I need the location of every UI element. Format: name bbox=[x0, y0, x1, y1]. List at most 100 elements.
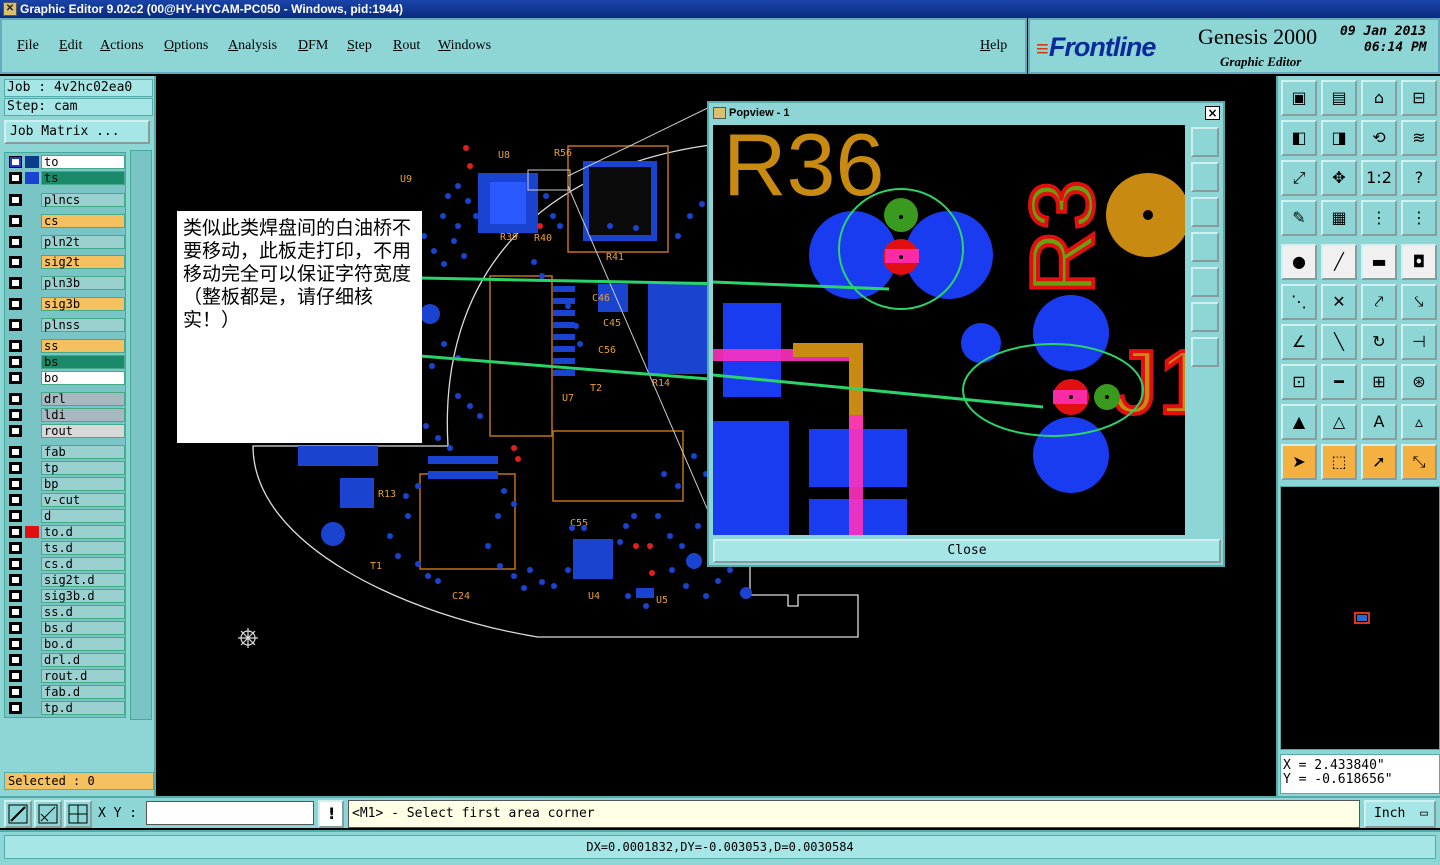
layer-visibility-checkbox[interactable] bbox=[9, 356, 22, 368]
layer-visibility-checkbox[interactable] bbox=[9, 393, 22, 405]
layer-row-bo-d[interactable]: bo.d bbox=[7, 637, 125, 651]
layer-name[interactable]: sig3b bbox=[41, 297, 125, 311]
pan-right-button[interactable]: ◨ bbox=[1321, 120, 1357, 156]
popview-pan-down-button[interactable] bbox=[1191, 197, 1219, 227]
popview-canvas[interactable]: R36 R3 J1 bbox=[713, 125, 1185, 535]
layer-visibility-checkbox[interactable] bbox=[9, 319, 22, 331]
layer-row-ldi[interactable]: ldi bbox=[7, 408, 125, 422]
layer-row-fab-d[interactable]: fab.d bbox=[7, 685, 125, 699]
measure-button[interactable] bbox=[34, 800, 62, 828]
layer-row-cs-d[interactable]: cs.d bbox=[7, 557, 125, 571]
layer-color-swatch[interactable] bbox=[25, 425, 39, 437]
layer-color-swatch[interactable] bbox=[25, 156, 39, 168]
layer-name[interactable]: to.d bbox=[41, 525, 125, 539]
units-selector[interactable]: Inch ▭ bbox=[1364, 800, 1436, 828]
angle-button[interactable]: ∠ bbox=[1281, 324, 1317, 360]
menu-dfm[interactable]: DFM bbox=[298, 38, 328, 54]
layer-list-scrollbar[interactable] bbox=[130, 150, 152, 720]
layer-row-plnss[interactable]: plnss bbox=[7, 318, 125, 332]
layer-name[interactable]: plnss bbox=[41, 318, 125, 332]
layer-visibility-checkbox[interactable] bbox=[9, 236, 22, 248]
layer-color-swatch[interactable] bbox=[25, 686, 39, 698]
layer-name[interactable]: ss.d bbox=[41, 605, 125, 619]
cross-button[interactable]: ✕ bbox=[1321, 284, 1357, 320]
layer-visibility-checkbox[interactable] bbox=[9, 215, 22, 227]
layer-color-swatch[interactable] bbox=[25, 215, 39, 227]
zoom-previous-button[interactable]: ▤ bbox=[1321, 80, 1357, 116]
window-split-button[interactable]: ⊟ bbox=[1401, 80, 1437, 116]
layer-visibility-checkbox[interactable] bbox=[9, 446, 22, 458]
layer-visibility-checkbox[interactable] bbox=[9, 156, 22, 168]
layer-row-bo[interactable]: bo bbox=[7, 371, 125, 385]
layer-visibility-checkbox[interactable] bbox=[9, 425, 22, 437]
layer-row-ss[interactable]: ss bbox=[7, 339, 125, 353]
layer-color-swatch[interactable] bbox=[25, 319, 39, 331]
menu-step[interactable]: Step bbox=[347, 38, 372, 54]
layer-color-swatch[interactable] bbox=[25, 670, 39, 682]
overview-map[interactable] bbox=[1280, 486, 1440, 750]
layer-name[interactable]: cs.d bbox=[41, 557, 125, 571]
layer-name[interactable]: bs.d bbox=[41, 621, 125, 635]
layer-name[interactable]: pln3b bbox=[41, 276, 125, 290]
popview-pan-right-button[interactable] bbox=[1191, 267, 1219, 297]
layer-color-swatch[interactable] bbox=[25, 462, 39, 474]
popview-pan-left-button[interactable] bbox=[1191, 232, 1219, 262]
menu-edit[interactable]: Edit bbox=[59, 38, 82, 54]
layer-row-sig3b-d[interactable]: sig3b.d bbox=[7, 589, 125, 603]
menu-rout[interactable]: Rout bbox=[393, 38, 420, 54]
layer-color-swatch[interactable] bbox=[25, 298, 39, 310]
layer-color-swatch[interactable] bbox=[25, 372, 39, 384]
layer-name[interactable]: v-cut bbox=[41, 493, 125, 507]
layer-color-swatch[interactable] bbox=[25, 494, 39, 506]
layer-visibility-checkbox[interactable] bbox=[9, 638, 22, 650]
layer-color-swatch[interactable] bbox=[25, 590, 39, 602]
layer-name[interactable]: bp bbox=[41, 477, 125, 491]
move-feature-button[interactable]: ⤤ bbox=[1361, 284, 1397, 320]
layer-row-pln2t[interactable]: pln2t bbox=[7, 235, 125, 249]
ruler-button[interactable]: ▬ bbox=[1361, 244, 1397, 280]
layer-visibility-checkbox[interactable] bbox=[9, 702, 22, 714]
select-area-button[interactable]: ◘ bbox=[1401, 244, 1437, 280]
layer-visibility-checkbox[interactable] bbox=[9, 298, 22, 310]
layer-color-swatch[interactable] bbox=[25, 478, 39, 490]
layer-visibility-checkbox[interactable] bbox=[9, 510, 22, 522]
layer-name[interactable]: cs bbox=[41, 214, 125, 228]
layers-button[interactable]: ⋮ bbox=[1401, 200, 1437, 236]
close-icon[interactable]: × bbox=[1205, 106, 1220, 120]
layer-row-sig3b[interactable]: sig3b bbox=[7, 297, 125, 311]
menu-help[interactable]: Help bbox=[980, 38, 1007, 54]
connect-nets-button[interactable]: ⋱ bbox=[1281, 284, 1317, 320]
add-pad-button[interactable]: ● bbox=[1281, 244, 1317, 280]
layer-visibility-checkbox[interactable] bbox=[9, 172, 22, 184]
layer-row-to-d[interactable]: to.d bbox=[7, 525, 125, 539]
layer-color-swatch[interactable] bbox=[25, 622, 39, 634]
tools-button[interactable]: ✎ bbox=[1281, 200, 1317, 236]
cut-line-button[interactable]: ━ bbox=[1321, 364, 1357, 400]
draw-line-button[interactable]: ╲ bbox=[1321, 324, 1357, 360]
layer-visibility-checkbox[interactable] bbox=[9, 622, 22, 634]
layer-name[interactable]: drl.d bbox=[41, 653, 125, 667]
layer-color-swatch[interactable] bbox=[25, 574, 39, 586]
layer-row-v-cut[interactable]: v-cut bbox=[7, 493, 125, 507]
layer-visibility-checkbox[interactable] bbox=[9, 340, 22, 352]
resize-button[interactable]: ⤥ bbox=[1401, 284, 1437, 320]
layer-color-swatch[interactable] bbox=[25, 638, 39, 650]
home-view-button[interactable]: ▣ bbox=[1281, 80, 1317, 116]
layer-row-pln3b[interactable]: pln3b bbox=[7, 276, 125, 290]
layer-name[interactable]: sig2t bbox=[41, 255, 125, 269]
layer-name[interactable]: ts.d bbox=[41, 541, 125, 555]
layer-row-ss-d[interactable]: ss.d bbox=[7, 605, 125, 619]
layer-name[interactable]: plncs bbox=[41, 193, 125, 207]
layer-color-swatch[interactable] bbox=[25, 356, 39, 368]
layer-visibility-checkbox[interactable] bbox=[9, 256, 22, 268]
layer-row-fab[interactable]: fab bbox=[7, 445, 125, 459]
layer-row-rout-d[interactable]: rout.d bbox=[7, 669, 125, 683]
layer-row-bp[interactable]: bp bbox=[7, 477, 125, 491]
pan-left-button[interactable]: ◧ bbox=[1281, 120, 1317, 156]
layer-name[interactable]: tp.d bbox=[41, 701, 125, 715]
layer-row-drl[interactable]: drl bbox=[7, 392, 125, 406]
center-view-button[interactable]: ✥ bbox=[1321, 160, 1357, 196]
mirror-button[interactable]: ⊣ bbox=[1401, 324, 1437, 360]
layer-row-bs-d[interactable]: bs.d bbox=[7, 621, 125, 635]
layer-name[interactable]: bs bbox=[41, 355, 125, 369]
